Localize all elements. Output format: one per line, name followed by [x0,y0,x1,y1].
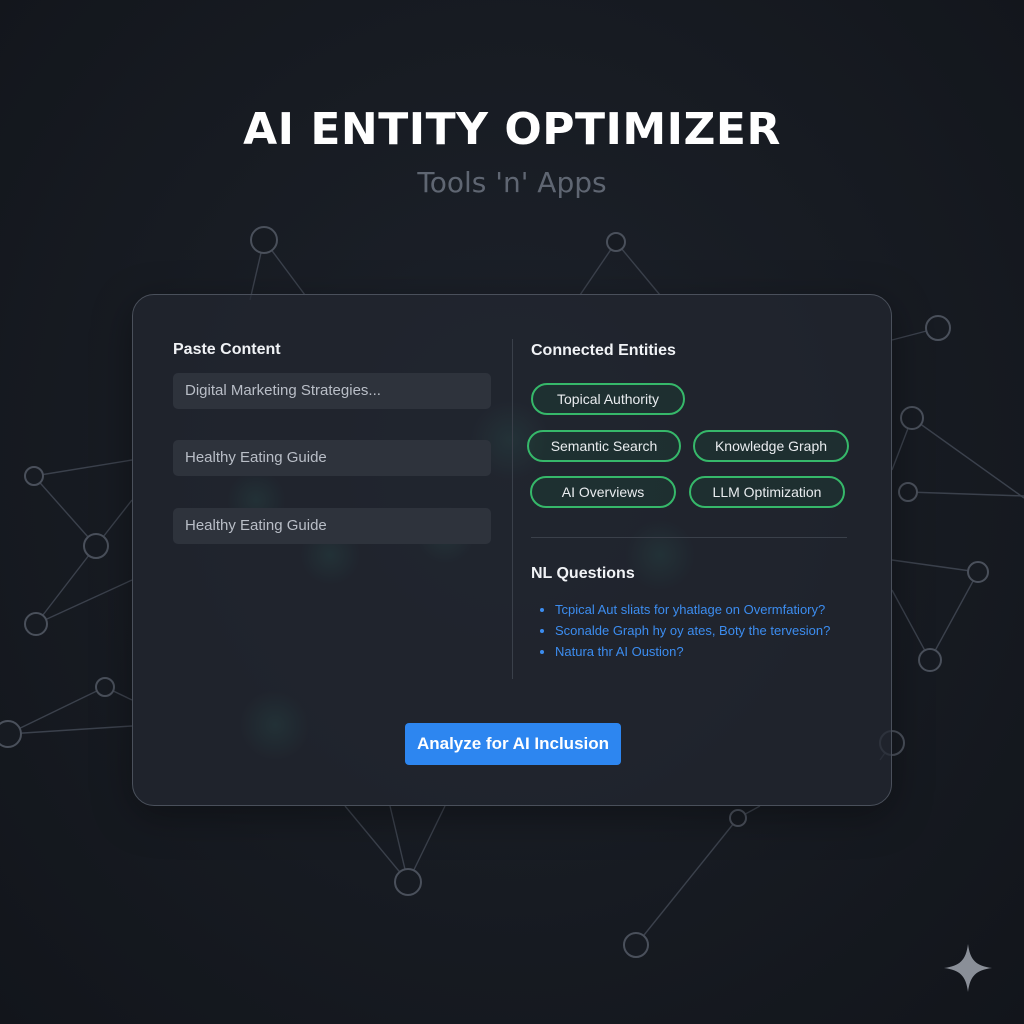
entity-chip[interactable]: Topical Authority [531,383,685,415]
content-input[interactable]: Healthy Eating Guide [173,440,491,476]
column-divider [512,339,513,679]
paste-content-label: Paste Content [173,341,281,358]
section-divider [531,537,847,538]
nl-question-item[interactable]: Natura thr AI Oustion? [531,641,871,662]
analyze-button[interactable]: Analyze for AI Inclusion [405,723,621,765]
app-subtitle: Tools 'n' Apps [417,166,607,199]
nl-questions-list: Tcpical Aut sliats for yhatlage on Overm… [531,599,871,662]
entity-chip[interactable]: AI Overviews [530,476,676,508]
nl-question-text: Natura thr AI Oustion? [555,644,684,659]
entity-chip[interactable]: Knowledge Graph [693,430,849,462]
content-input[interactable]: Digital Marketing Strategies... [173,373,491,409]
content-input[interactable]: Healthy Eating Guide [173,508,491,544]
bullet-icon [540,608,544,612]
bullet-icon [540,629,544,633]
entity-chip[interactable]: LLM Optimization [689,476,845,508]
nl-question-text: Tcpical Aut sliats for yhatlage on Overm… [555,602,826,617]
nl-question-item[interactable]: Tcpical Aut sliats for yhatlage on Overm… [531,599,871,620]
app-title: AI ENTITY OPTIMIZER [243,104,781,155]
nl-questions-label: NL Questions [531,565,635,582]
optimizer-panel: Paste Content Digital Marketing Strategi… [132,294,892,806]
entity-chip[interactable]: Semantic Search [527,430,681,462]
nl-question-item[interactable]: Sconalde Graph hy oy ates, Boty the terv… [531,620,871,641]
connected-entities-label: Connected Entities [531,342,676,359]
sparkle-icon [944,944,992,992]
bullet-icon [540,650,544,654]
nl-question-text: Sconalde Graph hy oy ates, Boty the terv… [555,623,831,638]
